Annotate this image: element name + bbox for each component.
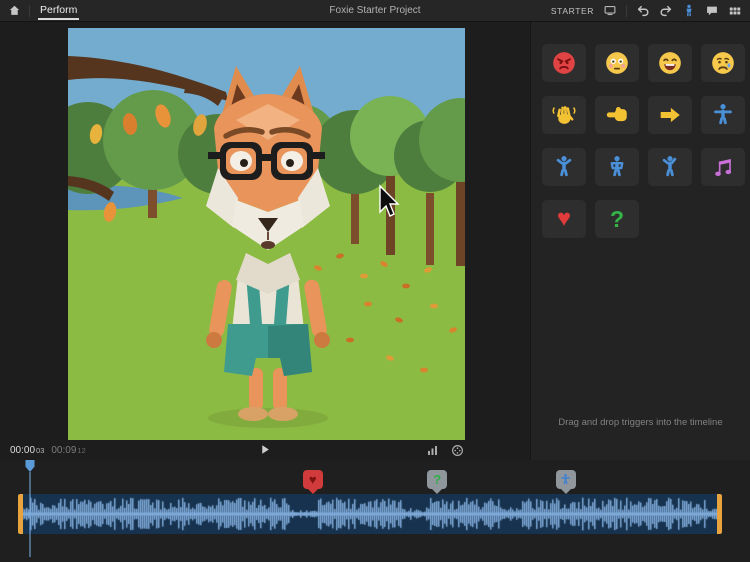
- timecode-total-frames: 12: [77, 446, 85, 455]
- trigger-laughing-face-button[interactable]: [648, 44, 692, 82]
- triggers-hint: Drag and drop triggers into the timeline: [531, 417, 750, 428]
- person-pose-c-icon: [657, 154, 683, 180]
- chat-bubble-icon: [705, 4, 719, 18]
- playhead-line: [29, 472, 31, 557]
- film-reel-icon: [451, 444, 464, 457]
- timecode-current[interactable]: 00:0003: [10, 445, 44, 456]
- sad-face-icon: [710, 50, 736, 76]
- question-mark-icon: ?: [610, 208, 624, 231]
- home-icon: [8, 4, 21, 17]
- transport-bar: 00:0003 00:0912: [0, 440, 530, 460]
- levels-icon: [426, 444, 439, 457]
- workspace-button[interactable]: [603, 4, 617, 17]
- divider: [626, 5, 627, 17]
- trigger-point-left-hand-button[interactable]: [595, 96, 639, 134]
- puppet-panel-button[interactable]: [682, 3, 696, 18]
- timeline-marker-heart[interactable]: ♥: [303, 470, 323, 494]
- tab-perform[interactable]: Perform: [38, 0, 79, 21]
- wave-hand-icon: [551, 102, 577, 128]
- marker-pointer: [561, 489, 571, 494]
- marker-pointer: [432, 489, 442, 494]
- play-icon: [260, 443, 271, 458]
- person-t-pose-icon: [710, 102, 736, 128]
- puppet-icon: [682, 3, 696, 18]
- timecode-total-main: 00:09: [51, 445, 76, 456]
- trigger-person-pose-c-button[interactable]: [648, 148, 692, 186]
- play-button[interactable]: [258, 441, 273, 460]
- trim-handle-right[interactable]: [717, 494, 722, 534]
- laughing-face-icon: [657, 50, 683, 76]
- topbar: Perform Foxie Starter Project STARTER: [0, 0, 750, 22]
- trigger-question-mark-button[interactable]: ?: [595, 200, 639, 238]
- timeline-marker-person[interactable]: [556, 470, 576, 494]
- trigger-angry-face-button[interactable]: [542, 44, 586, 82]
- trigger-music-note-button[interactable]: [701, 148, 745, 186]
- playhead-flag-icon: [26, 460, 35, 472]
- undo-button[interactable]: [636, 4, 650, 18]
- point-left-hand-icon: [604, 102, 630, 128]
- question-mark-marker-icon: ?: [427, 470, 447, 489]
- arrow-right-icon: [657, 102, 683, 128]
- trigger-person-pose-b-button[interactable]: [595, 148, 639, 186]
- heart-icon: ♥: [557, 207, 571, 231]
- chat-button[interactable]: [705, 4, 719, 18]
- trigger-sad-face-button[interactable]: [701, 44, 745, 82]
- redo-button[interactable]: [659, 4, 673, 18]
- trigger-heart-button[interactable]: ♥: [542, 200, 586, 238]
- scene-canvas: [68, 28, 465, 440]
- starter-label: STARTER: [551, 6, 594, 16]
- levels-button[interactable]: [426, 444, 439, 457]
- angry-face-icon: [551, 50, 577, 76]
- marker-pointer: [308, 489, 318, 494]
- trigger-wave-hand-button[interactable]: [542, 96, 586, 134]
- stage-panel: 00:0003 00:0912: [0, 22, 530, 460]
- timecode-current-frames: 03: [36, 446, 44, 455]
- trim-handle-left[interactable]: [18, 494, 23, 534]
- music-note-icon: [710, 154, 736, 180]
- timecode-current-main: 00:00: [10, 445, 35, 456]
- trigger-person-t-pose-button[interactable]: [701, 96, 745, 134]
- triggers-panel: ♥? Drag and drop triggers into the timel…: [530, 22, 750, 460]
- timecode-total: 00:0912: [51, 445, 85, 456]
- timeline-marker-question-mark[interactable]: ?: [427, 470, 447, 494]
- person-marker-icon: [556, 470, 576, 489]
- trigger-flushed-face-button[interactable]: [595, 44, 639, 82]
- record-scene-button[interactable]: [451, 444, 464, 457]
- trigger-arrow-right-button[interactable]: [648, 96, 692, 134]
- flushed-face-icon: [604, 50, 630, 76]
- scene-viewport[interactable]: [68, 28, 465, 440]
- monitor-icon: [603, 4, 617, 17]
- trigger-grid: ♥?: [531, 22, 750, 238]
- person-pose-a-icon: [551, 154, 577, 180]
- playhead[interactable]: [26, 460, 35, 557]
- grid-menu-button[interactable]: [728, 4, 742, 18]
- grid-icon: [728, 4, 742, 18]
- redo-icon: [659, 4, 673, 18]
- undo-icon: [636, 4, 650, 18]
- home-button[interactable]: [8, 4, 21, 17]
- project-title: Foxie Starter Project: [329, 5, 420, 16]
- divider: [29, 5, 30, 17]
- person-pose-b-icon: [604, 154, 630, 180]
- waveform-canvas: [18, 494, 722, 534]
- heart-marker-icon: ♥: [303, 470, 323, 489]
- trigger-person-pose-a-button[interactable]: [542, 148, 586, 186]
- audio-track[interactable]: [18, 494, 722, 534]
- timeline-panel: ♥?: [0, 460, 750, 562]
